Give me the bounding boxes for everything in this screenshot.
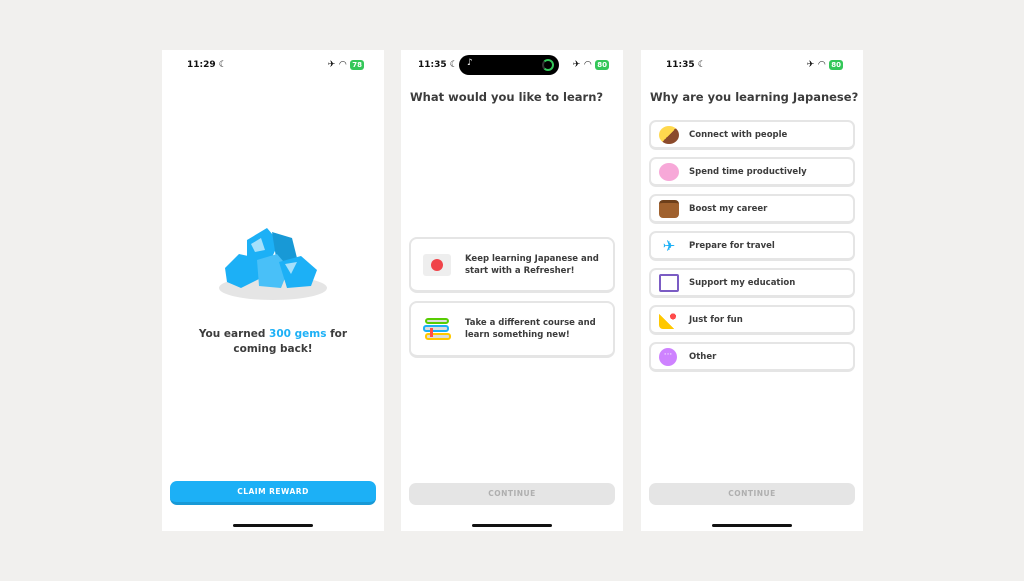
battery-icon: 80 bbox=[829, 60, 843, 70]
option-fun[interactable]: Just for fun bbox=[649, 305, 855, 335]
dynamic-island: ♪ bbox=[459, 55, 559, 75]
option-education[interactable]: Support my education bbox=[649, 268, 855, 298]
wifi-icon: ◠ bbox=[818, 60, 826, 70]
continue-button[interactable]: CONTINUE bbox=[409, 483, 615, 505]
battery-icon: 78 bbox=[350, 60, 364, 70]
brain-icon bbox=[659, 162, 679, 181]
option-career[interactable]: Boost my career bbox=[649, 194, 855, 224]
party-popper-icon bbox=[659, 310, 679, 329]
clock: 11:35 ☾ bbox=[666, 60, 706, 70]
option-connect[interactable]: Connect with people bbox=[649, 120, 855, 150]
status-bar: 11:35 ☾ ✈ ◠ 80 bbox=[641, 59, 863, 73]
briefcase-icon bbox=[659, 199, 679, 218]
airplane-icon: ✈ bbox=[662, 236, 676, 255]
continue-button[interactable]: CONTINUE bbox=[649, 483, 855, 505]
option-label: Keep learning Japanese and start with a … bbox=[465, 253, 599, 276]
status-bar: 11:35 ☾ ♪ ✈ ◠ 80 bbox=[401, 55, 623, 75]
option-productive[interactable]: Spend time productively bbox=[649, 157, 855, 187]
home-indicator bbox=[712, 524, 792, 527]
airpods-icon: ♪ bbox=[467, 58, 473, 68]
page-title: What would you like to learn? bbox=[410, 90, 604, 104]
option-label: Take a different course and learn someth… bbox=[465, 318, 596, 340]
option-refresher[interactable]: Keep learning Japanese and start with a … bbox=[409, 237, 615, 293]
status-bar: 11:29 ☾ ✈ ◠ 78 bbox=[162, 59, 384, 73]
books-icon bbox=[423, 316, 451, 342]
airplane-mode-icon: ✈ bbox=[572, 60, 581, 70]
claim-reward-button[interactable]: CLAIM REWARD bbox=[170, 481, 376, 505]
reward-message: You earned 300 gems for coming back! bbox=[198, 328, 348, 355]
home-indicator bbox=[233, 524, 313, 527]
airplane-mode-icon: ✈ bbox=[327, 60, 336, 70]
people-icon bbox=[659, 125, 679, 144]
reward-screen: 11:29 ☾ ✈ ◠ 78 You earned 300 gems for com… bbox=[162, 50, 384, 531]
option-new-course[interactable]: Take a different course and learn someth… bbox=[409, 301, 615, 358]
clock: 11:35 ☾ bbox=[418, 60, 458, 70]
japan-flag-icon bbox=[423, 253, 451, 276]
page-title: Why are you learning Japanese? bbox=[650, 90, 859, 104]
option-other[interactable]: ··· Other bbox=[649, 342, 855, 372]
motivation-screen: 11:35 ☾ ✈ ◠ 80 Why are you learning Japane… bbox=[641, 50, 863, 531]
wifi-icon: ◠ bbox=[584, 60, 592, 70]
airplane-mode-icon: ✈ bbox=[806, 60, 815, 70]
progress-ring-icon bbox=[542, 59, 554, 71]
course-choice-screen: 11:35 ☾ ♪ ✈ ◠ 80 What would you like to le… bbox=[401, 50, 623, 531]
more-icon: ··· bbox=[659, 347, 677, 366]
book-icon bbox=[659, 273, 679, 292]
wifi-icon: ◠ bbox=[339, 60, 347, 70]
gems-illustration bbox=[219, 228, 327, 300]
home-indicator bbox=[472, 524, 552, 527]
battery-icon: 80 bbox=[595, 60, 609, 70]
clock: 11:29 ☾ bbox=[187, 60, 227, 70]
option-travel[interactable]: ✈ Prepare for travel bbox=[649, 231, 855, 261]
